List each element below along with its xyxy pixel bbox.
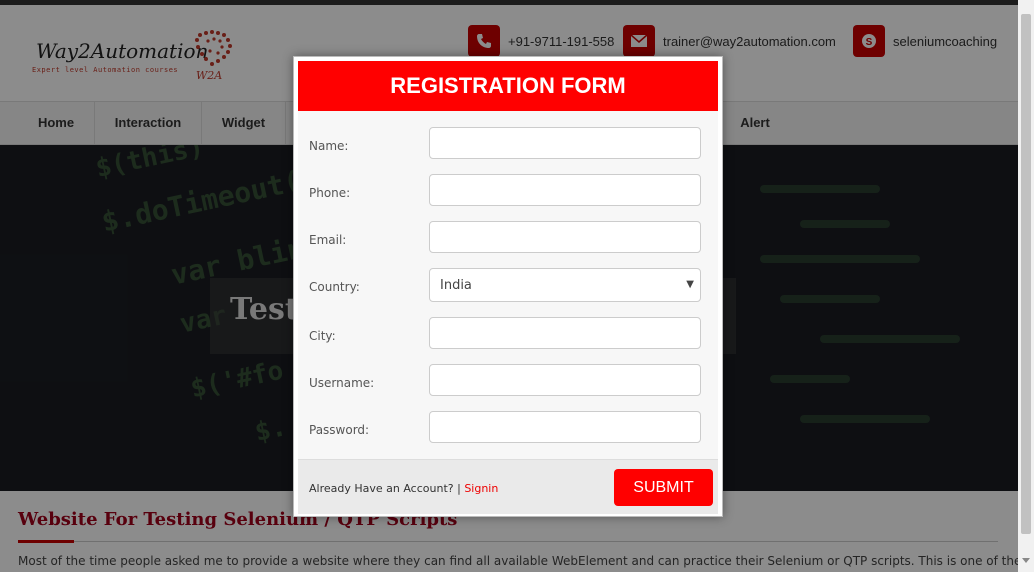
submit-button[interactable]: SUBMIT [614, 469, 713, 506]
city-field[interactable] [429, 317, 701, 349]
signin-prompt: Already Have an Account? | Signin [309, 482, 498, 495]
email-label: Email: [309, 233, 347, 247]
scrollbar-thumb[interactable] [1021, 14, 1031, 534]
phone-field[interactable] [429, 174, 701, 206]
modal-footer: Already Have an Account? | Signin SUBMIT [298, 459, 718, 514]
phone-label: Phone: [309, 186, 351, 200]
name-label: Name: [309, 139, 349, 153]
signin-link[interactable]: Signin [464, 482, 498, 495]
country-select-value: India [440, 278, 472, 293]
country-label: Country: [309, 280, 360, 294]
page-scrollbar[interactable] [1018, 0, 1034, 572]
email-field[interactable] [429, 221, 701, 253]
modal-title: REGISTRATION FORM [298, 61, 718, 111]
registration-modal: REGISTRATION FORM Name: Phone: Email: Co… [293, 56, 723, 517]
name-field[interactable] [429, 127, 701, 159]
chevron-down-icon: ▼ [686, 279, 694, 290]
username-label: Username: [309, 376, 375, 390]
username-field[interactable] [429, 364, 701, 396]
registration-form: REGISTRATION FORM Name: Phone: Email: Co… [298, 61, 718, 514]
country-select[interactable]: India ▼ [429, 268, 701, 302]
password-field[interactable] [429, 411, 701, 443]
city-label: City: [309, 329, 336, 343]
signin-prompt-text: Already Have an Account? | [309, 482, 461, 495]
password-label: Password: [309, 423, 370, 437]
scroll-down-icon[interactable] [1022, 558, 1030, 563]
